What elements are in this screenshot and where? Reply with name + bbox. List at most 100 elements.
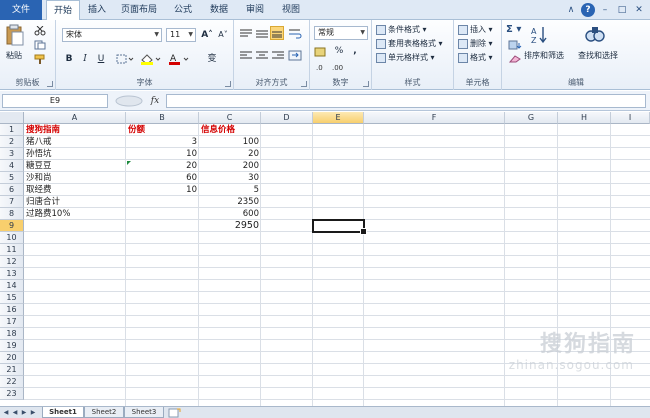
cell-c1[interactable]: 信息价格 (199, 124, 261, 136)
cell-a4[interactable]: 糖豆豆 (24, 160, 126, 172)
row-header-12[interactable]: 12 (0, 256, 24, 268)
align-middle-icon[interactable] (255, 28, 269, 40)
number-format-combo[interactable]: 常规 ▼ (314, 26, 368, 40)
row-header-8[interactable]: 8 (0, 208, 24, 220)
close-icon[interactable]: ✕ (632, 3, 646, 17)
cell-c2[interactable]: 100 (199, 136, 261, 148)
font-launcher-icon[interactable] (225, 81, 231, 87)
insert-cells-button[interactable]: 插入 ▾ (458, 24, 493, 36)
cell-b3[interactable]: 10 (126, 148, 199, 160)
select-all-corner[interactable] (0, 112, 24, 124)
insert-sheet-icon[interactable] (168, 408, 182, 418)
column-header-e[interactable]: E (313, 112, 364, 124)
sheet-tab-3[interactable]: Sheet3 (124, 407, 164, 418)
number-launcher-icon[interactable] (363, 81, 369, 87)
cell-a7[interactable]: 归唐合计 (24, 196, 126, 208)
row-header-18[interactable]: 18 (0, 328, 24, 340)
conditional-format-button[interactable]: 条件格式 ▾ (376, 24, 427, 36)
alignment-launcher-icon[interactable] (301, 81, 307, 87)
row-header-2[interactable]: 2 (0, 136, 24, 148)
column-header-b[interactable]: B (126, 112, 199, 124)
row-header-22[interactable]: 22 (0, 376, 24, 388)
selected-cell-e9[interactable] (312, 219, 367, 235)
row-header-23[interactable]: 23 (0, 388, 24, 400)
minimize-icon[interactable]: – (598, 3, 612, 17)
fill-color-icon[interactable] (140, 53, 162, 65)
cell-b6[interactable]: 10 (126, 184, 199, 196)
row-header-15[interactable]: 15 (0, 292, 24, 304)
tab-review[interactable]: 审阅 (240, 0, 270, 20)
column-header-a[interactable]: A (24, 112, 126, 124)
tab-file[interactable]: 文件 (0, 0, 42, 20)
formula-input[interactable] (166, 94, 646, 108)
tab-page-layout[interactable]: 页面布局 (116, 0, 162, 20)
tab-formulas[interactable]: 公式 (168, 0, 198, 20)
last-sheet-icon[interactable]: ▶ (29, 408, 37, 418)
font-name-combo[interactable]: 宋体 ▼ (62, 28, 162, 42)
row-header-17[interactable]: 17 (0, 316, 24, 328)
find-select-icon[interactable] (584, 24, 606, 46)
column-header-d[interactable]: D (261, 112, 313, 124)
autosum-button[interactable]: Σ ▾ (506, 24, 521, 36)
column-header-g[interactable]: G (505, 112, 558, 124)
row-header-19[interactable]: 19 (0, 340, 24, 352)
paste-button[interactable]: 粘贴 (6, 50, 22, 62)
merge-center-icon[interactable] (288, 50, 306, 62)
cell-b4[interactable]: 20 (126, 160, 199, 172)
tab-data[interactable]: 数据 (204, 0, 234, 20)
underline-button[interactable]: U (94, 52, 108, 66)
borders-icon[interactable] (116, 54, 134, 64)
align-center-icon[interactable] (255, 50, 269, 62)
row-header-14[interactable]: 14 (0, 280, 24, 292)
name-box[interactable]: E9 (2, 94, 108, 108)
sheet-tab-1[interactable]: Sheet1 (42, 407, 84, 418)
increase-decimal-icon[interactable]: .0 (316, 62, 330, 72)
row-header-11[interactable]: 11 (0, 244, 24, 256)
cell-c5[interactable]: 30 (199, 172, 261, 184)
bold-button[interactable]: B (62, 52, 76, 66)
decrease-decimal-icon[interactable]: .00 (332, 62, 346, 72)
sheet-tab-2[interactable]: Sheet2 (84, 407, 124, 418)
sort-filter-icon[interactable]: AZ (530, 24, 552, 46)
align-bottom-button[interactable] (270, 26, 284, 40)
row-header-3[interactable]: 3 (0, 148, 24, 160)
format-as-table-button[interactable]: 套用表格格式 ▾ (376, 38, 443, 50)
grow-font-button[interactable]: A˄ (200, 28, 214, 42)
font-color-icon[interactable]: A (168, 53, 190, 65)
first-sheet-icon[interactable]: ◀ (2, 408, 10, 418)
row-header-16[interactable]: 16 (0, 304, 24, 316)
restore-icon[interactable]: □ (615, 3, 629, 17)
cell-c9[interactable]: 2950 (199, 220, 261, 232)
align-top-icon[interactable] (239, 28, 253, 40)
cell-a2[interactable]: 猪八戒 (24, 136, 126, 148)
row-header-5[interactable]: 5 (0, 172, 24, 184)
cell-c4[interactable]: 200 (199, 160, 261, 172)
row-header-4[interactable]: 4 (0, 160, 24, 172)
column-header-c[interactable]: C (199, 112, 261, 124)
cell-a8[interactable]: 过路费10% (24, 208, 126, 220)
delete-cells-button[interactable]: 删除 ▾ (458, 38, 493, 50)
font-size-combo[interactable]: 11 ▼ (166, 28, 196, 42)
format-cells-button[interactable]: 格式 ▾ (458, 52, 493, 64)
cut-icon[interactable] (34, 26, 46, 36)
row-header-21[interactable]: 21 (0, 364, 24, 376)
align-left-icon[interactable] (239, 50, 253, 62)
insert-function-button[interactable]: fx (148, 94, 162, 108)
shrink-font-button[interactable]: A˅ (216, 28, 230, 42)
align-right-icon[interactable] (271, 50, 285, 62)
column-header-i[interactable]: I (611, 112, 650, 124)
cell-b5[interactable]: 60 (126, 172, 199, 184)
cell-c6[interactable]: 5 (199, 184, 261, 196)
format-painter-icon[interactable] (34, 54, 46, 64)
cell-styles-button[interactable]: 单元格样式 ▾ (376, 52, 435, 64)
row-header-1[interactable]: 1 (0, 124, 24, 136)
italic-button[interactable]: I (78, 52, 92, 66)
cell-b1[interactable]: 份额 (126, 124, 199, 136)
row-header-7[interactable]: 7 (0, 196, 24, 208)
find-select-button[interactable]: 查找和选择 (578, 50, 618, 62)
copy-icon[interactable] (34, 40, 48, 50)
row-header-20[interactable]: 20 (0, 352, 24, 364)
clipboard-launcher-icon[interactable] (47, 81, 53, 87)
minimize-ribbon-icon[interactable]: ∧ (564, 3, 578, 17)
cell-a6[interactable]: 取经费 (24, 184, 126, 196)
